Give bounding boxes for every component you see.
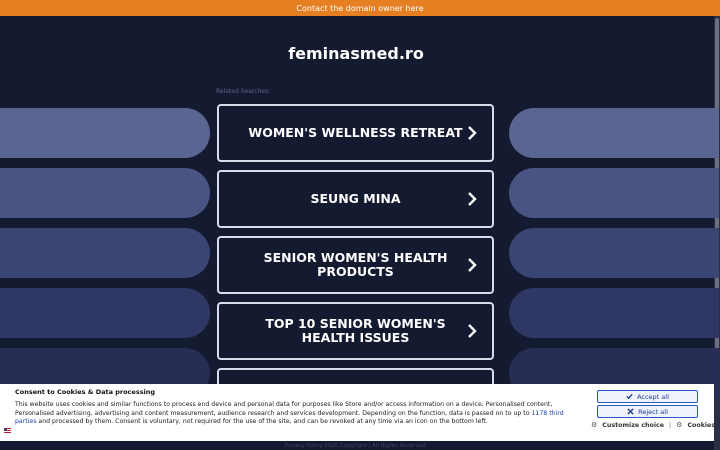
related-link[interactable]: SENIOR WOMEN'S HEALTH PRODUCTS bbox=[217, 236, 494, 294]
cookie-text-part1: This website uses cookies and similar fu… bbox=[15, 401, 553, 417]
decorative-pill bbox=[0, 288, 210, 338]
close-icon bbox=[627, 408, 634, 415]
chevron-right-icon bbox=[468, 192, 477, 206]
domain-name: feminasmed.ro bbox=[288, 44, 424, 63]
gear-icon: ⚙ bbox=[591, 421, 598, 429]
chevron-right-icon bbox=[468, 258, 477, 272]
decorative-pill bbox=[0, 228, 210, 278]
cookies-link[interactable]: Cookies bbox=[687, 422, 715, 429]
related-link-label: SEUNG MINA bbox=[310, 191, 401, 206]
decorative-pill bbox=[0, 108, 210, 158]
related-link[interactable]: WOMEN'S WELLNESS RETREAT bbox=[217, 104, 494, 162]
reject-all-button[interactable]: Reject all bbox=[597, 405, 698, 418]
related-link[interactable]: SEUNG MINA bbox=[217, 170, 494, 228]
decorative-pill bbox=[509, 108, 719, 158]
contact-owner-label[interactable]: Contact the domain owner here bbox=[296, 4, 423, 13]
cookie-links: ⚙ Customize choice | ⚙ Cookies bbox=[591, 421, 715, 429]
reject-all-label: Reject all bbox=[638, 407, 668, 416]
related-link-label: SENIOR WOMEN'S HEALTH PRODUCTS bbox=[263, 250, 448, 279]
related-searches-label: Related Searches: bbox=[216, 88, 271, 95]
related-link-label: TOP 10 SENIOR WOMEN'S HEALTH ISSUES bbox=[265, 316, 446, 345]
footer-copyright: Privacy Policy 2025 Copyright | All Righ… bbox=[284, 443, 428, 449]
related-link-label: WOMEN'S WELLNESS RETREAT bbox=[248, 125, 463, 140]
contact-owner-bar[interactable]: Contact the domain owner here bbox=[0, 0, 720, 16]
cookie-description: This website uses cookies and similar fu… bbox=[15, 401, 585, 427]
customize-choice-link[interactable]: Customize choice bbox=[602, 422, 664, 429]
decorative-pill bbox=[509, 168, 719, 218]
decorative-pill bbox=[509, 228, 719, 278]
chevron-right-icon bbox=[468, 126, 477, 140]
decorative-pill bbox=[509, 288, 719, 338]
chevron-right-icon bbox=[468, 324, 477, 338]
decorative-pill bbox=[0, 168, 210, 218]
accept-all-label: Accept all bbox=[637, 392, 669, 401]
us-flag-icon[interactable] bbox=[4, 428, 11, 433]
cookie-title: Consent to Cookies & Data processing bbox=[15, 388, 156, 396]
check-icon bbox=[626, 393, 633, 400]
cookies-icon: ⚙ bbox=[676, 421, 683, 429]
accept-all-button[interactable]: Accept all bbox=[597, 390, 698, 403]
related-link[interactable]: TOP 10 SENIOR WOMEN'S HEALTH ISSUES bbox=[217, 302, 494, 360]
cookie-text-part2: and processed by them. Consent is volunt… bbox=[36, 418, 488, 425]
link-separator: | bbox=[669, 421, 672, 429]
